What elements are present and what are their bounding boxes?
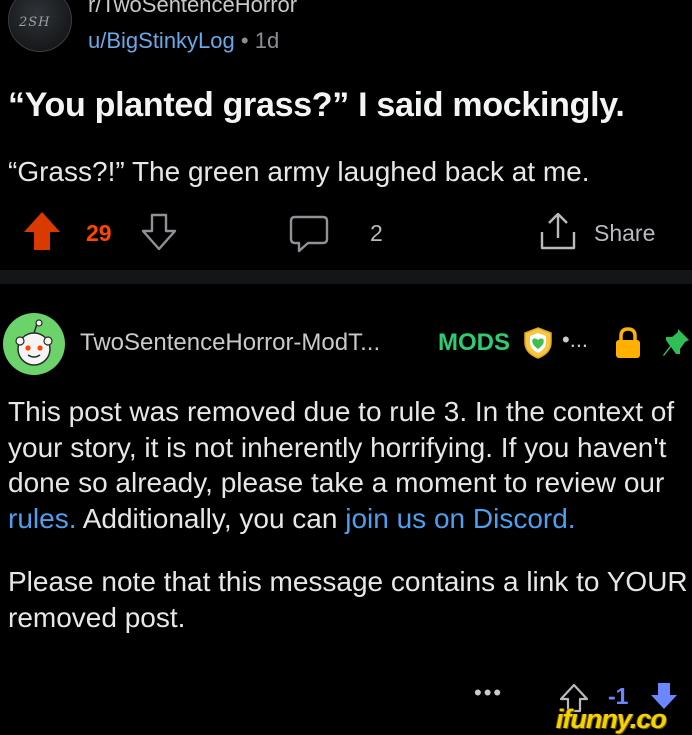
shield-icon (522, 326, 554, 365)
discord-link[interactable]: join us on Discord. (345, 503, 575, 534)
subreddit-name[interactable]: r/TwoSentenceHorror (88, 0, 297, 18)
post-score: 29 (86, 220, 112, 246)
post-body: “Grass?!” The green army laughed back at… (8, 156, 590, 187)
comment-text-b: Additionally, you can (76, 502, 346, 534)
post-age: 1d (254, 28, 280, 53)
post-author[interactable]: u/BigStinkyLog (88, 28, 235, 53)
upvote-icon[interactable] (22, 210, 62, 257)
comment-paragraph-2: Please note that this message contains a… (8, 566, 688, 633)
comment-author[interactable]: TwoSentenceHorror-ModT... (80, 329, 380, 357)
comment-paragraph-1: This post was removed due to rule 3. In … (8, 394, 688, 536)
share-button[interactable]: Share (594, 220, 655, 247)
subreddit-avatar[interactable]: 2SH (8, 0, 72, 52)
meta-separator: • (240, 28, 249, 53)
post-meta: u/BigStinkyLog • 1d (88, 28, 279, 54)
comment-body: This post was removed due to rule 3. In … (8, 394, 688, 635)
lock-icon (612, 326, 644, 365)
mod-avatar[interactable] (3, 313, 65, 375)
section-divider (0, 270, 692, 284)
mods-badge: MODS (438, 329, 510, 356)
comment-count[interactable]: 2 (370, 220, 383, 247)
comment-icon[interactable] (288, 214, 330, 259)
downvote-icon[interactable] (140, 212, 178, 257)
comment-text-a: This post was removed due to rule 3. In … (8, 396, 675, 498)
subreddit-avatar-text: 2SH (19, 15, 51, 30)
post-title[interactable]: “You planted grass?” I said mockingly. (8, 86, 625, 125)
ifunny-watermark: ifunny.co (556, 704, 667, 734)
pin-icon (660, 326, 692, 365)
comment-more-inline[interactable]: •... (562, 327, 588, 353)
comment-more-button[interactable]: ••• (474, 680, 503, 706)
rules-link[interactable]: rules. (8, 503, 76, 534)
share-icon[interactable] (536, 210, 580, 257)
post-actions-bar: 29 2 Share (0, 206, 692, 258)
